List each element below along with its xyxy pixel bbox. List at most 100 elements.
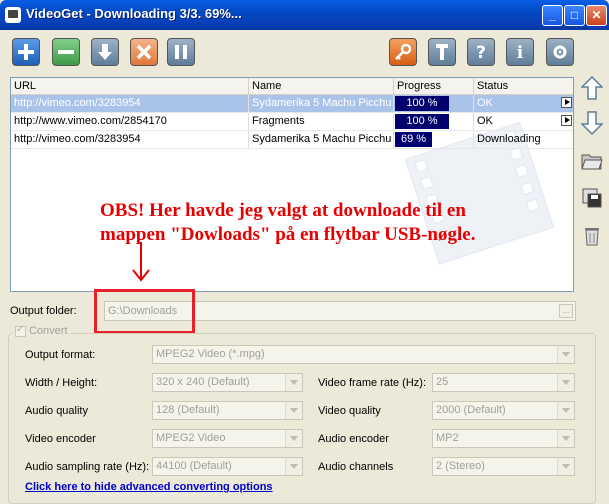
video-frame-rate-select[interactable]: 25 bbox=[432, 373, 575, 392]
remove-button[interactable] bbox=[52, 38, 80, 66]
move-up-icon bbox=[581, 76, 603, 100]
settings-button[interactable] bbox=[428, 38, 456, 66]
column-url[interactable]: URL bbox=[11, 78, 249, 94]
video-frame-rate-value: 25 bbox=[436, 376, 449, 388]
cell-url-text: http://vimeo.com/3283954 bbox=[14, 133, 141, 145]
cell-status: OK bbox=[474, 95, 573, 112]
audio-sampling-rate-select[interactable]: 44100 (Default) bbox=[152, 457, 303, 476]
chevron-down-icon bbox=[557, 346, 574, 363]
cell-name-text: Sydamerika 5 Machu Picchu bbox=[252, 133, 392, 145]
cell-name: Sydamerika 5 Machu Picchu bbox=[249, 95, 394, 112]
play-icon[interactable] bbox=[561, 97, 572, 108]
audio-sampling-rate-label: Audio sampling rate (Hz): bbox=[25, 461, 150, 473]
audio-sampling-rate-value: 44100 (Default) bbox=[156, 460, 232, 472]
width-height-label: Width / Height: bbox=[25, 377, 98, 389]
progress-bar: 69 % bbox=[395, 132, 432, 147]
cell-status-text: OK bbox=[477, 97, 493, 109]
license-button[interactable] bbox=[389, 38, 417, 66]
width-height-value: 320 x 240 (Default) bbox=[156, 376, 250, 388]
key-icon bbox=[395, 43, 412, 60]
info-button[interactable]: i bbox=[506, 38, 534, 66]
output-format-select[interactable]: MPEG2 Video (*.mpg) bbox=[152, 345, 575, 364]
cell-progress: 69 % bbox=[394, 131, 474, 148]
output-format-value: MPEG2 Video (*.mpg) bbox=[156, 348, 265, 360]
audio-encoder-label: Audio encoder bbox=[318, 433, 389, 445]
video-quality-value: 2000 (Default) bbox=[436, 404, 506, 416]
cell-name-text: Sydamerika 5 Machu Picchu bbox=[252, 97, 392, 109]
move-up-button[interactable] bbox=[578, 74, 606, 102]
chevron-down-icon bbox=[557, 458, 574, 475]
audio-quality-select[interactable]: 128 (Default) bbox=[152, 401, 303, 420]
add-button[interactable] bbox=[12, 38, 40, 66]
move-down-button[interactable] bbox=[578, 109, 606, 137]
add-icon bbox=[18, 44, 34, 60]
audio-encoder-select[interactable]: MP2 bbox=[432, 429, 575, 448]
cell-status-text: Downloading bbox=[477, 133, 541, 145]
video-quality-select[interactable]: 2000 (Default) bbox=[432, 401, 575, 420]
chevron-down-icon bbox=[285, 374, 302, 391]
pause-icon bbox=[175, 45, 187, 59]
cell-name-text: Fragments bbox=[252, 115, 305, 127]
audio-channels-select[interactable]: 2 (Stereo) bbox=[432, 457, 575, 476]
progress-bar: 100 % bbox=[395, 96, 449, 111]
output-format-label: Output format: bbox=[25, 349, 96, 361]
table-row[interactable]: http://vimeo.com/3283954 Sydamerika 5 Mac… bbox=[11, 131, 573, 149]
output-folder-label: Output folder: bbox=[10, 305, 77, 317]
save-list-button[interactable] bbox=[578, 184, 606, 212]
pause-button[interactable] bbox=[167, 38, 195, 66]
maximize-button[interactable]: □ bbox=[564, 5, 585, 26]
close-button[interactable]: ✕ bbox=[586, 5, 607, 26]
video-encoder-select[interactable]: MPEG2 Video bbox=[152, 429, 303, 448]
tools-button[interactable] bbox=[546, 38, 574, 66]
audio-encoder-value: MP2 bbox=[436, 432, 459, 444]
cell-status: OK bbox=[474, 113, 573, 130]
cell-name: Fragments bbox=[249, 113, 394, 130]
column-progress[interactable]: Progress bbox=[394, 78, 474, 94]
download-list[interactable]: URL Name Progress Status http://vimeo.co… bbox=[10, 77, 574, 292]
list-header: URL Name Progress Status bbox=[11, 78, 573, 95]
download-button[interactable] bbox=[91, 38, 119, 66]
convert-label: Convert bbox=[29, 325, 68, 337]
open-folder-button[interactable] bbox=[578, 147, 606, 175]
open-folder-icon bbox=[581, 154, 603, 170]
cell-name: Sydamerika 5 Machu Picchu bbox=[249, 131, 394, 148]
minimize-button[interactable]: _ bbox=[542, 5, 563, 26]
help-button[interactable]: ? bbox=[467, 38, 495, 66]
annotation-line-2: mappen "Dowloads" på en flytbar USB-nøgl… bbox=[100, 224, 476, 245]
table-row[interactable]: http://vimeo.com/3283954 Sydamerika 5 Mac… bbox=[11, 95, 573, 113]
table-row[interactable]: http://www.vimeo.com/2854170 Fragments 100… bbox=[11, 113, 573, 131]
play-icon[interactable] bbox=[561, 115, 572, 126]
stop-icon bbox=[136, 44, 152, 60]
cell-url-text: http://www.vimeo.com/2854170 bbox=[14, 115, 167, 127]
width-height-select[interactable]: 320 x 240 (Default) bbox=[152, 373, 303, 392]
video-encoder-value: MPEG2 Video bbox=[156, 432, 226, 444]
hide-advanced-options-link[interactable]: Click here to hide advanced converting o… bbox=[25, 481, 273, 493]
info-icon: i bbox=[517, 43, 524, 63]
browse-button[interactable]: ... bbox=[559, 304, 573, 318]
chevron-down-icon bbox=[557, 430, 574, 447]
chevron-down-icon bbox=[285, 402, 302, 419]
stop-button[interactable] bbox=[130, 38, 158, 66]
video-encoder-label: Video encoder bbox=[25, 433, 96, 445]
convert-check-icon bbox=[15, 324, 26, 337]
app-icon bbox=[5, 7, 21, 23]
column-name[interactable]: Name bbox=[249, 78, 394, 94]
audio-quality-value: 128 (Default) bbox=[156, 404, 220, 416]
audio-channels-label: Audio channels bbox=[318, 461, 394, 473]
cell-status: Downloading bbox=[474, 131, 573, 148]
video-frame-rate-label: Video frame rate (Hz): bbox=[318, 377, 427, 389]
column-status[interactable]: Status bbox=[474, 78, 573, 94]
trash-button[interactable] bbox=[578, 221, 606, 249]
audio-quality-label: Audio quality bbox=[25, 405, 88, 417]
settings-icon bbox=[436, 44, 448, 60]
cell-status-text: OK bbox=[477, 115, 493, 127]
cell-url: http://www.vimeo.com/2854170 bbox=[11, 113, 249, 130]
svg-text:?: ? bbox=[476, 43, 486, 63]
title-bar: VideoGet - Downloading 3/3. 69%... _ □ ✕ bbox=[0, 0, 609, 30]
annotation-highlight-box bbox=[94, 289, 195, 334]
convert-checkbox[interactable]: Convert bbox=[12, 324, 71, 337]
window-title: VideoGet - Downloading 3/3. 69%... bbox=[26, 6, 242, 21]
chevron-down-icon bbox=[285, 430, 302, 447]
chevron-down-icon bbox=[557, 374, 574, 391]
annotation-line-1: OBS! Her havde jeg valgt at downloade ti… bbox=[100, 200, 466, 221]
